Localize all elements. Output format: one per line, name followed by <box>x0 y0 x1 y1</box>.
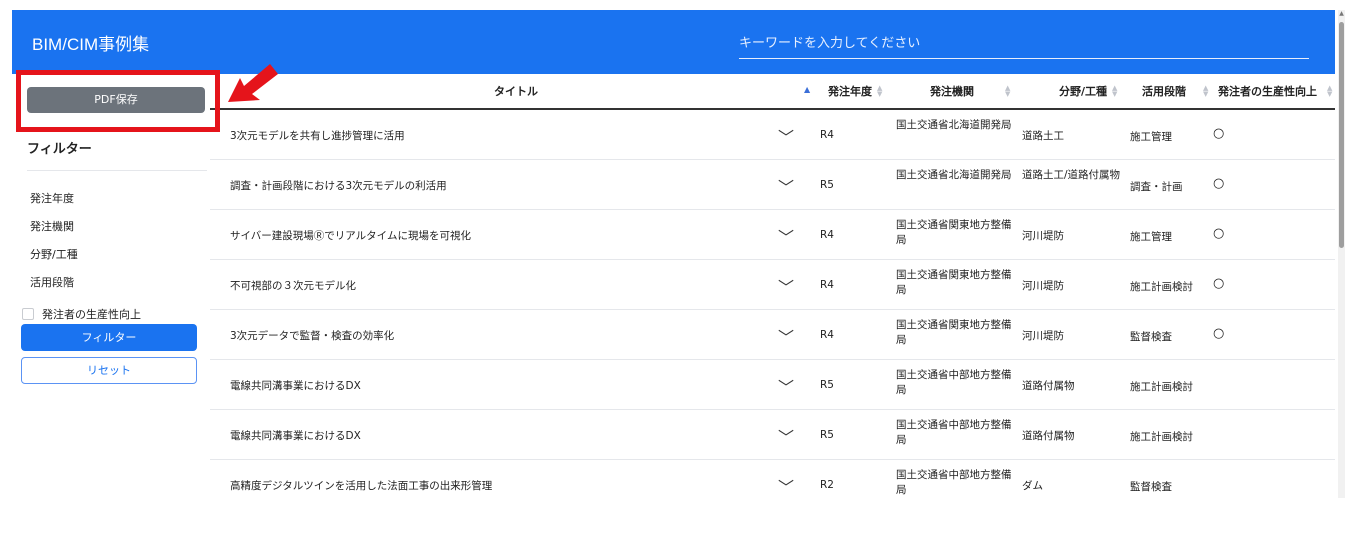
row-title: 不可視部の３次元モデル化 <box>230 280 356 292</box>
chevron-down-icon[interactable]: ﹀ <box>778 224 794 248</box>
reset-button[interactable]: リセット <box>21 357 197 384</box>
table-row[interactable]: 3次元データで監督・検査の効率化 ﹀ R4 国土交通省関東地方整備局 河川堤防 … <box>210 310 1335 360</box>
row-year: R4 <box>820 129 834 141</box>
col-org-header[interactable]: 発注機関 <box>930 74 974 108</box>
row-field: 道路付属物 <box>1022 380 1075 392</box>
row-org: 国土交通省北海道開発局 <box>896 169 1012 181</box>
col-year-header[interactable]: 発注年度 <box>828 74 872 108</box>
highlight-box <box>16 70 220 132</box>
sort-icon[interactable]: ▲ ▼ <box>1112 85 1117 98</box>
annotation-arrow-icon <box>228 64 278 102</box>
col-title-header[interactable]: タイトル <box>494 74 538 108</box>
row-title: 電線共同溝事業におけるDX <box>230 430 361 442</box>
productivity-checkbox-row[interactable]: 発注者の生産性向上 <box>22 306 141 322</box>
row-productivity: ○ <box>1213 226 1225 241</box>
header-bar: BIM/CIM事例集 <box>12 10 1335 74</box>
row-field: 道路土工/道路付属物 <box>1022 169 1121 181</box>
col-stage-header[interactable]: 活用段階 <box>1142 74 1186 108</box>
table-header: タイトル ▲ 発注年度 ▲ ▼ 発注機関 ▲ ▼ 分野/工種 ▲ ▼ 活用段階 ▲ ▼ … <box>210 74 1335 110</box>
row-org: 国土交通省中部地方整備局 <box>896 469 1012 496</box>
sort-asc-icon[interactable]: ▲ <box>804 85 810 94</box>
row-org: 国土交通省中部地方整備局 <box>896 419 1012 446</box>
table-row[interactable]: 調査・計画段階における3次元モデルの利活用 ﹀ R5 国土交通省北海道開発局 道… <box>210 160 1335 210</box>
sort-icon[interactable]: ▲ ▼ <box>1203 85 1208 98</box>
chevron-down-icon[interactable]: ﹀ <box>778 124 794 148</box>
results-table: タイトル ▲ 発注年度 ▲ ▼ 発注機関 ▲ ▼ 分野/工種 ▲ ▼ 活用段階 ▲ ▼ … <box>210 74 1335 498</box>
table-row[interactable]: サイバー建設現場Ⓡでリアルタイムに現場を可視化 ﹀ R4 国土交通省関東地方整備… <box>210 210 1335 260</box>
sort-icon[interactable]: ▲ ▼ <box>1005 85 1010 98</box>
row-stage: 施工計画検討 <box>1130 281 1193 293</box>
col-field-header[interactable]: 分野/工種 <box>1059 74 1107 108</box>
row-field: 河川堤防 <box>1022 280 1064 292</box>
row-title: 電線共同溝事業におけるDX <box>230 380 361 392</box>
chevron-down-icon[interactable]: ﹀ <box>778 274 794 298</box>
row-field: 河川堤防 <box>1022 230 1064 242</box>
chevron-down-icon[interactable]: ﹀ <box>778 374 794 398</box>
table-row[interactable]: 電線共同溝事業におけるDX ﹀ R5 国土交通省中部地方整備局 道路付属物 施工… <box>210 360 1335 410</box>
row-stage: 監督検査 <box>1130 331 1172 343</box>
search-input[interactable] <box>739 28 1309 59</box>
row-field: ダム <box>1022 480 1043 492</box>
filter-org[interactable]: 発注機関 <box>30 218 74 234</box>
filter-heading: フィルター <box>27 142 92 157</box>
row-stage: 施工計画検討 <box>1130 381 1193 393</box>
scrollbar-thumb[interactable] <box>1339 22 1344 248</box>
table-row[interactable]: 不可視部の３次元モデル化 ﹀ R4 国土交通省関東地方整備局 河川堤防 施工計画… <box>210 260 1335 310</box>
table-row[interactable]: 高精度デジタルツインを活用した法面工事の出来形管理 ﹀ R2 国土交通省中部地方… <box>210 460 1335 498</box>
chevron-down-icon[interactable]: ﹀ <box>778 424 794 448</box>
sidebar: PDF保存 フィルター 発注年度 発注機関 分野/工種 活用段階 発注者の生産性… <box>12 74 208 498</box>
row-year: R5 <box>820 379 834 391</box>
row-org: 国土交通省北海道開発局 <box>896 119 1012 131</box>
row-year: R4 <box>820 229 834 241</box>
row-org: 国土交通省関東地方整備局 <box>896 269 1012 296</box>
row-org: 国土交通省関東地方整備局 <box>896 219 1012 246</box>
vertical-scrollbar[interactable]: ▲ <box>1338 10 1345 498</box>
filter-field[interactable]: 分野/工種 <box>30 246 78 262</box>
row-title: 3次元モデルを共有し進捗管理に活用 <box>230 130 405 142</box>
table-row[interactable]: 電線共同溝事業におけるDX ﹀ R5 国土交通省中部地方整備局 道路付属物 施工… <box>210 410 1335 460</box>
row-stage: 監督検査 <box>1130 481 1172 493</box>
chevron-down-icon[interactable]: ﹀ <box>778 324 794 348</box>
app-title: BIM/CIM事例集 <box>32 35 150 54</box>
row-field: 道路土工 <box>1022 130 1064 142</box>
row-productivity: ○ <box>1213 276 1225 291</box>
chevron-down-icon[interactable]: ﹀ <box>778 474 794 498</box>
row-stage: 施工管理 <box>1130 131 1172 143</box>
row-productivity: ○ <box>1213 126 1225 141</box>
table-row[interactable]: 3次元モデルを共有し進捗管理に活用 ﹀ R4 国土交通省北海道開発局 道路土工 … <box>210 110 1335 160</box>
row-year: R4 <box>820 329 834 341</box>
col-productivity-header[interactable]: 発注者の生産性向上 <box>1218 74 1317 108</box>
scroll-up-icon[interactable]: ▲ <box>1338 10 1345 17</box>
row-title: 3次元データで監督・検査の効率化 <box>230 330 395 342</box>
sort-icon[interactable]: ▲ ▼ <box>1327 85 1332 98</box>
row-stage: 調査・計画 <box>1130 181 1183 193</box>
divider <box>27 170 207 171</box>
filter-stage[interactable]: 活用段階 <box>30 274 74 290</box>
row-year: R5 <box>820 179 834 191</box>
row-stage: 施工計画検討 <box>1130 431 1193 443</box>
sort-icon[interactable]: ▲ ▼ <box>877 85 882 98</box>
row-productivity: ○ <box>1213 176 1225 191</box>
row-year: R2 <box>820 479 834 491</box>
filter-button[interactable]: フィルター <box>21 324 197 351</box>
row-title: 調査・計画段階における3次元モデルの利活用 <box>230 180 447 192</box>
productivity-checkbox[interactable] <box>22 308 34 320</box>
row-stage: 施工管理 <box>1130 231 1172 243</box>
row-title: サイバー建設現場Ⓡでリアルタイムに現場を可視化 <box>230 230 471 242</box>
row-productivity: ○ <box>1213 326 1225 341</box>
row-org: 国土交通省関東地方整備局 <box>896 319 1012 346</box>
productivity-checkbox-label: 発注者の生産性向上 <box>42 308 141 321</box>
row-field: 道路付属物 <box>1022 430 1075 442</box>
chevron-down-icon[interactable]: ﹀ <box>778 174 794 198</box>
row-field: 河川堤防 <box>1022 330 1064 342</box>
row-org: 国土交通省中部地方整備局 <box>896 369 1012 396</box>
filter-year[interactable]: 発注年度 <box>30 190 74 206</box>
row-year: R5 <box>820 429 834 441</box>
row-title: 高精度デジタルツインを活用した法面工事の出来形管理 <box>230 480 493 492</box>
row-year: R4 <box>820 279 834 291</box>
